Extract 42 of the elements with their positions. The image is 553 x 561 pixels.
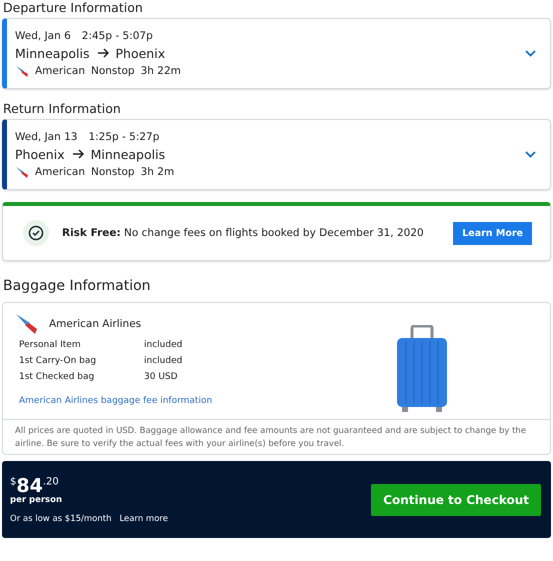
learn-more-button[interactable]: Learn More (453, 222, 532, 244)
chevron-down-icon[interactable] (525, 50, 536, 57)
baggage-item: 1st Carry-On bag (19, 356, 98, 366)
airline-logo-icon (15, 64, 29, 78)
section-heading: Departure Information (3, 0, 144, 16)
flight-duration: 3h 22m (140, 65, 181, 77)
flight-time: 1:25p - 5:27p (88, 130, 160, 142)
destination-city: Minneapolis (90, 146, 166, 162)
flight-duration: 3h 2m (140, 166, 174, 178)
baggage-fee: 30 USD (144, 372, 178, 382)
flight-time: 2:45p - 5:07p (82, 30, 153, 42)
stops-label: Nonstop (90, 166, 135, 178)
risk-free-text: Risk Free: No change fees on flights booked by December 31, 2020 (62, 227, 425, 239)
airline-name: American Airlines (49, 318, 142, 330)
baggage-item: Personal Item (19, 340, 82, 350)
check-circle-icon (23, 220, 49, 246)
financing-text: Or as low as $15/month (10, 514, 112, 524)
baggage-fee-link[interactable]: American Airlines baggage fee information (19, 396, 212, 406)
section-heading: Return Information (3, 101, 122, 117)
origin-city: Minneapolis (15, 46, 90, 60)
learn-more-link[interactable]: Learn more (119, 514, 168, 524)
baggage-fee: included (144, 340, 182, 350)
price: $^{$}$84$^{.20}$ (10, 475, 60, 497)
airline-logo-icon (15, 313, 39, 335)
airline-name: American (35, 65, 85, 77)
flight-card[interactable]: Wed, Jan 13 1:25p - 5:27p Phoenix Minneapolis American Nonstop 3h 2m (2, 119, 551, 190)
per-person-label: per person (10, 495, 63, 505)
flight-card[interactable]: Wed, Jan 6 2:45p - 5:07p Minneapolis Phoenix American Nonstop 3h 22m (2, 18, 551, 89)
baggage-fee: included (144, 356, 182, 366)
airline-name: American (35, 166, 85, 178)
baggage-item: 1st Checked bag (19, 372, 96, 382)
arrow-right-icon (96, 48, 108, 58)
flight-date: Wed, Jan 6 (15, 30, 71, 42)
arrow-right-icon (72, 149, 84, 159)
section-heading: Baggage Information (3, 278, 152, 294)
chevron-down-icon[interactable] (525, 151, 536, 158)
stops-label: Nonstop (90, 65, 135, 77)
origin-city: Phoenix (15, 146, 65, 162)
flight-date: Wed, Jan 13 (15, 130, 78, 142)
disclaimer-text: All prices are quoted in USD. Baggage allowance and fee amounts are not guaranteed and are subject to change by the airline. Be sure to verify the actual fees with your airline(s) before you travel. (3, 419, 550, 454)
destination-city: Phoenix (116, 46, 166, 60)
airline-logo-icon (15, 166, 29, 178)
